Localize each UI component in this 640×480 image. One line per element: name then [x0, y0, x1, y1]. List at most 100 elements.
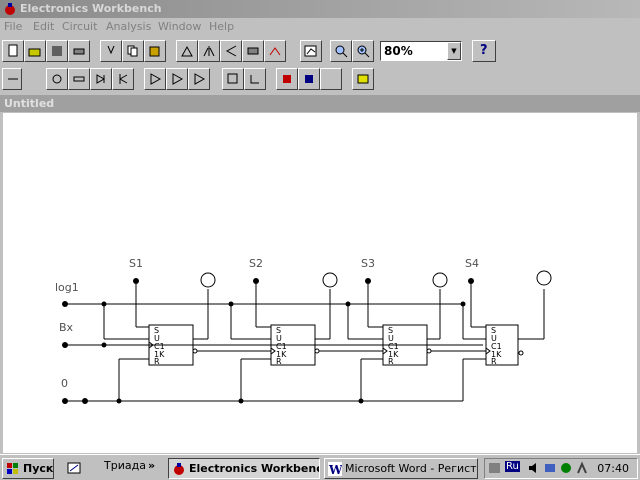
antivirus-icon[interactable]: [559, 461, 573, 475]
system-tray: Ru 07:40: [484, 458, 638, 479]
parts-bin-toolbar: [0, 65, 640, 93]
digital-ic-icon: [194, 73, 206, 85]
parts-icon: [8, 78, 18, 80]
graph-icon: [304, 45, 317, 57]
digital-bin-button[interactable]: [244, 68, 266, 90]
taskbar: Пуск Триада » Electronics Workbench W Mi…: [0, 454, 640, 480]
component-properties-button[interactable]: [242, 40, 264, 62]
menu-help[interactable]: Help: [209, 20, 234, 33]
diodes-bin-button[interactable]: [90, 68, 112, 90]
ff2-pin-r: R: [276, 357, 282, 366]
misc-icon: [324, 72, 338, 86]
menu-bar: File Edit Circuit Analysis Window Help: [0, 18, 640, 36]
opamp-icon: [150, 73, 162, 85]
print-button[interactable]: [68, 40, 90, 62]
circuit-schematic: log1 Bx 0 S1 S2 S3 S4 S U C1 1K R S U C1…: [55, 257, 552, 404]
mixed-ics-bin-button[interactable]: [166, 68, 188, 90]
switch-label-s3: S3: [361, 257, 375, 270]
switch-label-s2: S2: [249, 257, 263, 270]
task-microsoft-word[interactable]: W Microsoft Word - Регистр: [324, 458, 478, 479]
flip-vertical-icon: [225, 45, 237, 57]
new-button[interactable]: [2, 40, 24, 62]
logic-gates-bin-button[interactable]: [222, 68, 244, 90]
svg-text:W: W: [328, 463, 342, 476]
zoom-out-button[interactable]: [330, 40, 352, 62]
window-title: Electronics Workbench: [20, 2, 162, 15]
document-title-bar: Untitled: [0, 95, 640, 112]
language-indicator[interactable]: Ru: [505, 461, 520, 472]
misc-bin-button[interactable]: [320, 68, 342, 90]
chevron-down-icon[interactable]: ▼: [447, 42, 461, 60]
flip-vertical-button[interactable]: [220, 40, 242, 62]
flip-horizontal-button[interactable]: [198, 40, 220, 62]
bx-label: Bx: [59, 321, 74, 334]
controls-bin-button[interactable]: [298, 68, 320, 90]
task-electronics-workbench[interactable]: Electronics Workbench: [168, 458, 320, 479]
zoom-value: 80%: [384, 44, 413, 58]
zoom-in-button[interactable]: [352, 40, 374, 62]
ff4-pin-r: R: [491, 357, 497, 366]
copy-button[interactable]: [122, 40, 144, 62]
circuit-canvas[interactable]: log1 Bx 0 S1 S2 S3 S4 S U C1 1K R S U C1…: [3, 113, 637, 453]
cut-icon: [107, 45, 115, 55]
favorites-bin-button[interactable]: [2, 68, 22, 90]
analog-ics-bin-button[interactable]: [144, 68, 166, 90]
transistors-bin-button[interactable]: [112, 68, 134, 90]
resistor-icon: [73, 76, 85, 82]
logic-gate-icon: [227, 73, 238, 84]
diode-icon: [96, 74, 106, 84]
graph-button[interactable]: [300, 40, 322, 62]
flip-horizontal-icon: [203, 46, 215, 57]
switch-label-s4: S4: [465, 257, 479, 270]
task-label-word: Microsoft Word - Регистр: [345, 462, 478, 475]
menu-analysis[interactable]: Analysis: [106, 20, 151, 33]
windows-logo-icon: [7, 463, 18, 474]
create-subcircuit-button[interactable]: [264, 40, 286, 62]
help-button[interactable]: ?: [472, 40, 496, 62]
rotate-icon: [181, 45, 193, 57]
ff3-pin-r: R: [388, 357, 394, 366]
scheduler-icon[interactable]: [575, 461, 589, 475]
instruments-bin-button[interactable]: [352, 68, 374, 90]
indicators-bin-button[interactable]: [276, 68, 298, 90]
transistor-icon: [119, 74, 128, 84]
mixed-ic-icon: [172, 73, 184, 85]
quick-launch-label[interactable]: Триада: [104, 459, 146, 472]
zero-label: 0: [61, 377, 68, 390]
zoom-in-icon: [357, 45, 370, 58]
help-icon: ?: [480, 43, 488, 58]
flipflop-icon: [250, 75, 259, 84]
paste-icon: [149, 46, 160, 57]
open-button[interactable]: [24, 40, 46, 62]
basic-bin-button[interactable]: [68, 68, 90, 90]
zoom-select[interactable]: 80% ▼: [380, 41, 462, 61]
app-icon: [5, 3, 15, 15]
main-toolbar: ?: [0, 37, 640, 65]
new-file-icon: [8, 44, 18, 57]
show-desktop-icon[interactable]: [66, 460, 82, 476]
rotate-button[interactable]: [176, 40, 198, 62]
switch-label-s1: S1: [129, 257, 143, 270]
network-icon[interactable]: [543, 461, 557, 475]
task-label-workbench: Electronics Workbench: [189, 462, 320, 475]
menu-file[interactable]: File: [4, 20, 22, 33]
menu-circuit[interactable]: Circuit: [62, 20, 97, 33]
cut-button[interactable]: [100, 40, 122, 62]
workbench-icon: [174, 463, 184, 475]
digital-ics-bin-button[interactable]: [188, 68, 210, 90]
paste-button[interactable]: [144, 40, 166, 62]
speaker-icon[interactable]: [527, 461, 541, 475]
save-icon: [52, 46, 62, 56]
zoom-out-icon: [335, 45, 348, 58]
subcircuit-icon: [269, 47, 281, 56]
ff1-pin-r: R: [154, 357, 160, 366]
save-button[interactable]: [46, 40, 68, 62]
menu-edit[interactable]: Edit: [33, 20, 54, 33]
sources-bin-button[interactable]: [46, 68, 68, 90]
menu-window[interactable]: Window: [158, 20, 201, 33]
tray-app-icon[interactable]: [488, 461, 502, 475]
clock: 07:40: [597, 462, 629, 475]
start-button[interactable]: Пуск: [2, 458, 54, 479]
quick-launch-chevron[interactable]: »: [148, 459, 155, 472]
source-icon: [52, 74, 62, 84]
